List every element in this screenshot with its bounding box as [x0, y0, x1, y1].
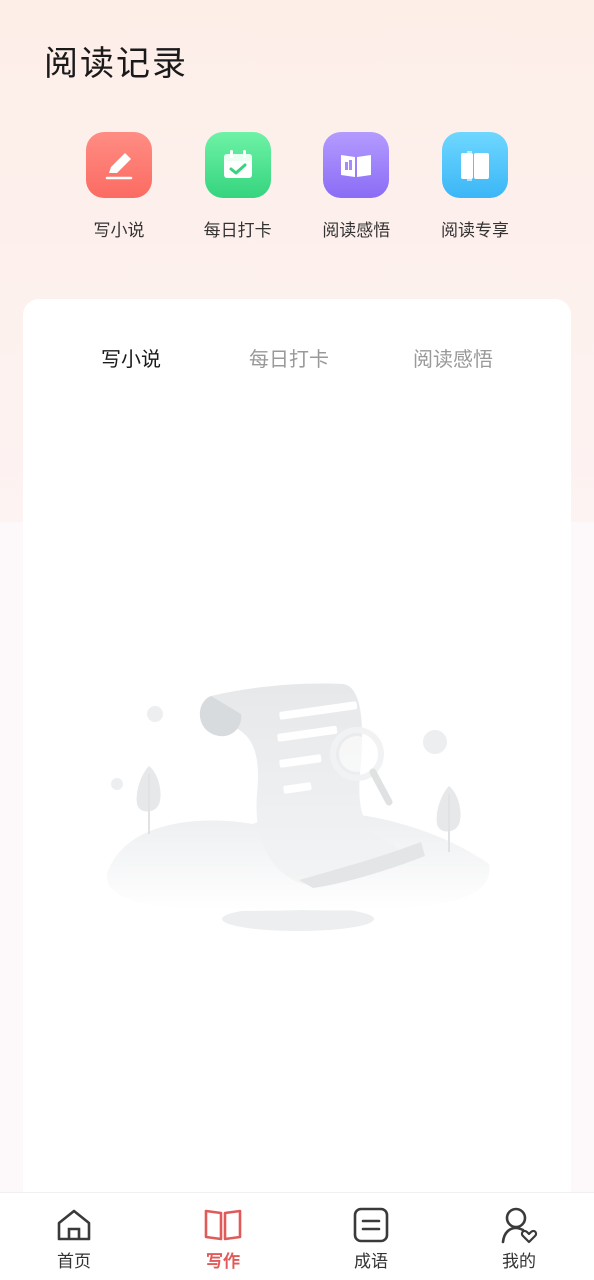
tab-write-novel[interactable]: 写小说 [101, 343, 161, 372]
shortcut-label: 阅读感悟 [322, 221, 391, 241]
page-title: 阅读记录 [44, 44, 188, 84]
user-heart-icon [499, 1205, 539, 1245]
shortcut-write-novel[interactable]: 写小说 [60, 132, 178, 242]
nav-label: 首页 [57, 1252, 91, 1272]
shortcut-label: 每日打卡 [203, 221, 272, 241]
tab-reading-insight[interactable]: 阅读感悟 [413, 343, 493, 372]
pencil-icon [86, 132, 152, 198]
shortcut-label: 写小说 [93, 221, 145, 241]
nav-label: 成语 [354, 1252, 388, 1272]
shortcut-grid: 写小说 每日打卡 阅读感悟 阅读专享 [60, 132, 534, 242]
shortcut-label: 阅读专享 [440, 221, 509, 241]
nav-home[interactable]: 首页 [34, 1205, 114, 1272]
record-tabs: 写小说 每日打卡 阅读感悟 [23, 343, 571, 375]
nav-idioms[interactable]: 成语 [331, 1205, 411, 1272]
nav-mine[interactable]: 我的 [479, 1205, 559, 1272]
list-box-icon [351, 1205, 391, 1245]
bottom-nav: 首页 写作 成语 我的 [0, 1192, 594, 1280]
nav-label: 我的 [502, 1252, 536, 1272]
nav-writing[interactable]: 写作 [183, 1205, 263, 1272]
book-icon [203, 1205, 243, 1245]
shortcut-daily-checkin[interactable]: 每日打卡 [179, 132, 297, 242]
shortcut-reading-exclusive[interactable]: 阅读专享 [416, 132, 534, 242]
tab-daily-checkin[interactable]: 每日打卡 [249, 343, 329, 372]
nav-label: 写作 [206, 1252, 240, 1272]
open-book-icon [323, 132, 390, 198]
shortcut-reading-insight[interactable]: 阅读感悟 [297, 132, 415, 242]
empty-state-illustration [106, 683, 490, 931]
home-icon [54, 1205, 94, 1245]
book-pages-icon [441, 132, 508, 198]
calendar-check-icon [204, 132, 271, 198]
records-card: 写小说 每日打卡 阅读感悟 [23, 299, 571, 1209]
